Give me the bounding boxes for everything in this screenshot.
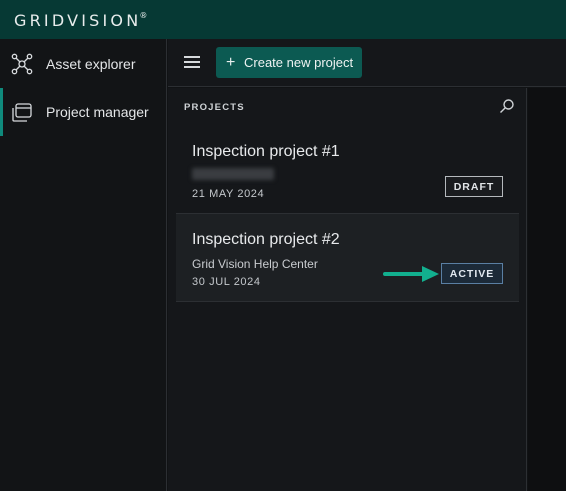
- calendar-folder-icon: [12, 103, 32, 122]
- sidebar: Asset explorer Project manager: [0, 39, 167, 491]
- sidebar-item-asset-explorer[interactable]: Asset explorer: [0, 40, 167, 88]
- logo-text: GRIDVISION: [14, 11, 142, 30]
- project-subtitle-redacted: [192, 168, 274, 180]
- project-title: Inspection project #1: [192, 143, 340, 160]
- sidebar-item-label: Asset explorer: [46, 56, 136, 72]
- status-badge: DRAFT: [445, 176, 503, 197]
- projects-heading: PROJECTS: [184, 102, 245, 113]
- project-title: Inspection project #2: [192, 231, 340, 248]
- sidebar-item-label: Project manager: [46, 104, 149, 120]
- status-badge: ACTIVE: [441, 263, 503, 284]
- plus-icon: +: [226, 53, 236, 71]
- project-card[interactable]: Inspection project #2 Grid Vision Help C…: [176, 214, 519, 302]
- network-nodes-icon: [11, 53, 33, 75]
- annotation-arrow-icon: [383, 266, 439, 282]
- create-new-project-button[interactable]: + Create new project: [216, 47, 362, 78]
- logo-trademark: ®: [139, 11, 148, 20]
- search-icon[interactable]: [499, 98, 515, 114]
- toolbar: + Create new project: [168, 39, 566, 87]
- projects-panel: PROJECTS Inspection project #1 21 MAY 20…: [168, 88, 527, 491]
- project-date: 21 MAY 2024: [192, 188, 265, 200]
- app-logo[interactable]: GRIDVISION®: [14, 11, 147, 30]
- project-subtitle: Grid Vision Help Center: [192, 257, 318, 271]
- hamburger-menu-icon[interactable]: [184, 56, 200, 70]
- app-header: GRIDVISION®: [0, 0, 566, 39]
- create-new-project-label: Create new project: [244, 55, 354, 70]
- detail-pane: [528, 88, 566, 491]
- sidebar-item-project-manager[interactable]: Project manager: [0, 88, 167, 136]
- project-date: 30 JUL 2024: [192, 276, 261, 288]
- project-card[interactable]: Inspection project #1 21 MAY 2024 DRAFT: [176, 126, 519, 214]
